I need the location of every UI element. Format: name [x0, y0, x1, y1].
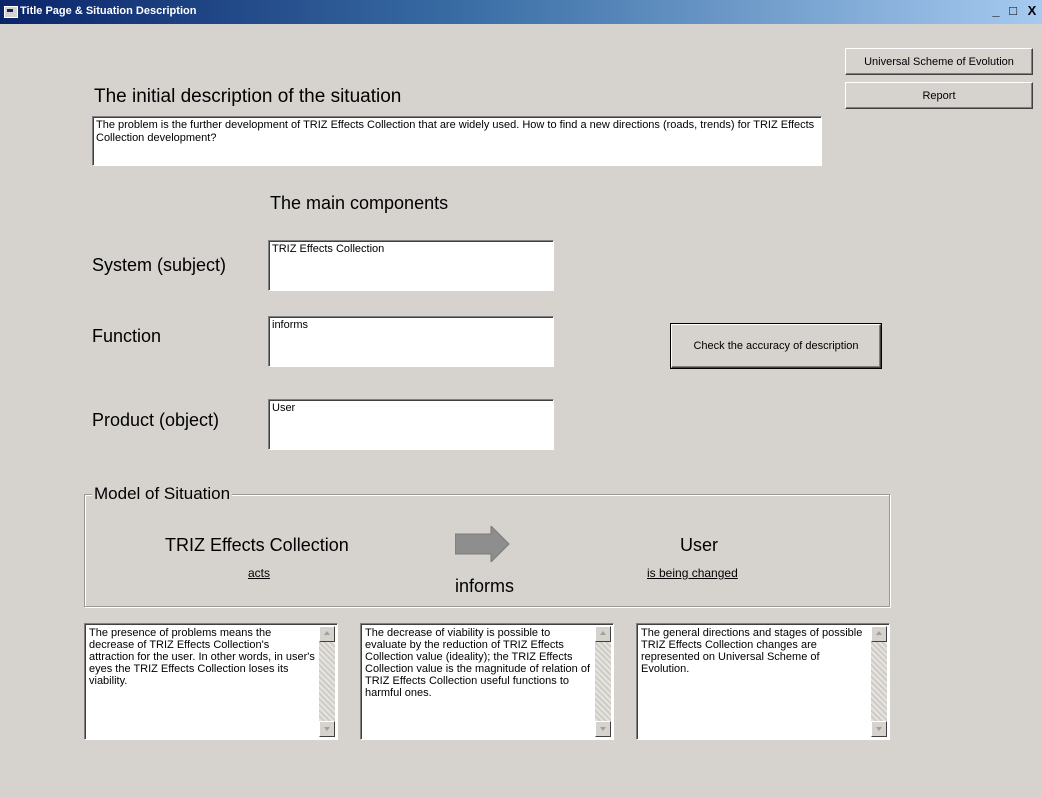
function-field[interactable]: informs: [268, 316, 554, 367]
scroll-up-icon[interactable]: [595, 626, 611, 642]
scroll-down-icon[interactable]: [595, 721, 611, 737]
maximize-icon[interactable]: □: [1005, 3, 1021, 19]
window-titlebar[interactable]: Title Page & Situation Description _ □ X: [0, 0, 1042, 24]
model-object: User: [680, 535, 719, 555]
close-icon[interactable]: X: [1024, 3, 1040, 19]
product-field[interactable]: User: [268, 399, 554, 450]
model-of-situation-caption: Model of Situation: [92, 484, 233, 504]
model-object-role: is being changed: [647, 566, 738, 580]
system-label: System (subject): [92, 255, 227, 275]
initial-description-heading: The initial description of the situation: [94, 86, 402, 107]
scroll-down-icon[interactable]: [319, 721, 335, 737]
note-text-3: The general directions and stages of pos…: [641, 627, 863, 675]
note-textarea-1[interactable]: The presence of problems means the decre…: [84, 623, 338, 740]
product-label: Product (object): [92, 410, 220, 430]
right-arrow-icon: [455, 526, 510, 562]
report-button[interactable]: Report: [845, 82, 1033, 109]
scroll-down-icon[interactable]: [871, 721, 887, 737]
initial-description-field[interactable]: The problem is the further development o…: [92, 116, 822, 166]
scrollbar[interactable]: [871, 626, 887, 737]
system-field[interactable]: TRIZ Effects Collection: [268, 240, 554, 291]
model-subject: TRIZ Effects Collection: [165, 535, 349, 555]
model-function: informs: [455, 576, 515, 596]
window-title: Title Page & Situation Description: [20, 5, 197, 17]
note-text-1: The presence of problems means the decre…: [89, 627, 315, 687]
check-accuracy-button[interactable]: Check the accuracy of description: [670, 323, 882, 369]
model-subject-role: acts: [248, 566, 271, 580]
universal-scheme-button[interactable]: Universal Scheme of Evolution: [845, 48, 1033, 75]
main-components-heading: The main components: [270, 193, 449, 213]
scroll-up-icon[interactable]: [319, 626, 335, 642]
form-icon: [4, 6, 18, 18]
note-text-2: The decrease of viability is possible to…: [365, 627, 591, 699]
function-label: Function: [92, 326, 162, 346]
scrollbar[interactable]: [595, 626, 611, 737]
note-textarea-3[interactable]: The general directions and stages of pos…: [636, 623, 890, 740]
scrollbar[interactable]: [319, 626, 335, 737]
minimize-icon[interactable]: _: [988, 3, 1004, 19]
note-textarea-2[interactable]: The decrease of viability is possible to…: [360, 623, 614, 740]
scroll-up-icon[interactable]: [871, 626, 887, 642]
